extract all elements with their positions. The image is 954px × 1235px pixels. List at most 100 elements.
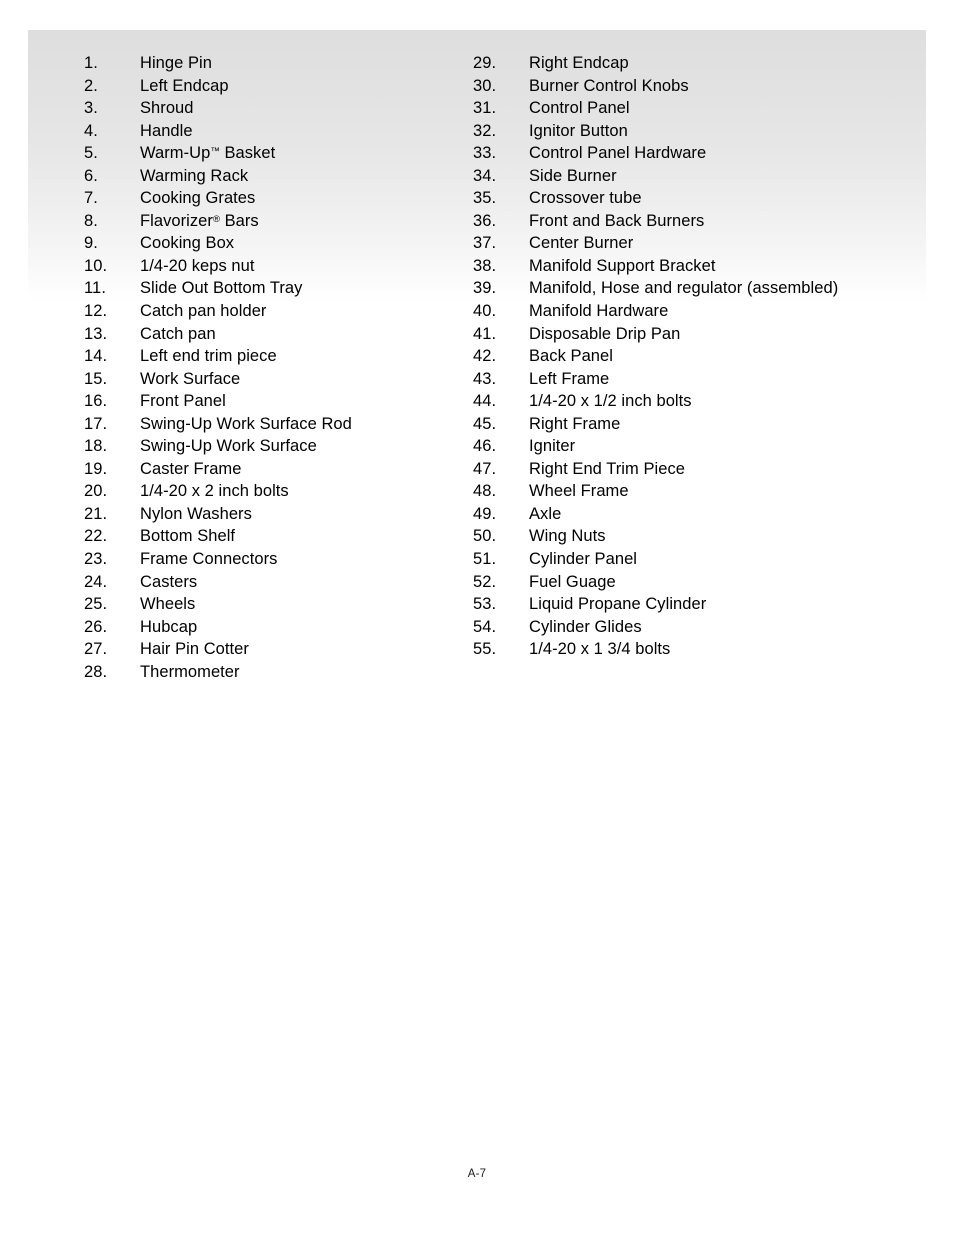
- part-label: Wing Nuts: [529, 527, 606, 546]
- part-number: 33.: [473, 144, 497, 163]
- parts-list-right-column: 29. Right Endcap 30. Burner Control Knobs 31…: [473, 52, 893, 661]
- part-label: Swing-Up Work Surface: [140, 437, 317, 456]
- part-number: 10.: [84, 256, 108, 275]
- part-label: Crossover tube: [529, 189, 642, 208]
- part-list-item: 47. Right End Trim Piece: [473, 458, 893, 481]
- part-number: 36.: [473, 211, 497, 230]
- part-label: Warm-Up™ Basket: [140, 142, 275, 165]
- part-label: Control Panel Hardware: [529, 144, 707, 163]
- part-number: 45.: [473, 414, 497, 433]
- part-list-item: 42. Back Panel: [473, 345, 893, 368]
- part-list-item: 5. Warm-Up™ Basket: [84, 142, 444, 165]
- part-list-item: 8. Flavorizer® Bars: [84, 210, 444, 233]
- part-list-item: 53. Liquid Propane Cylinder: [473, 593, 893, 616]
- part-list-item: 9. Cooking Box: [84, 232, 444, 255]
- part-number: 14.: [84, 347, 108, 366]
- part-list-item: 4. Handle: [84, 120, 444, 143]
- part-label: Manifold Hardware: [529, 302, 669, 321]
- part-label: Cooking Grates: [140, 189, 256, 208]
- part-list-item: 26. Hubcap: [84, 616, 444, 639]
- page-number: A-7: [467, 1168, 487, 1180]
- part-list-item: 44. 1/4-20 x 1/2 inch bolts: [473, 390, 893, 413]
- part-number: 13.: [84, 324, 108, 343]
- part-number: 34.: [473, 166, 497, 185]
- part-list-item: 52. Fuel Guage: [473, 571, 893, 594]
- part-list-item: 36. Front and Back Burners: [473, 210, 893, 233]
- part-number: 22.: [84, 527, 108, 546]
- part-label: Left end trim piece: [140, 347, 277, 366]
- part-number: 12.: [84, 302, 108, 321]
- part-number: 40.: [473, 302, 497, 321]
- part-number: 16.: [84, 392, 108, 411]
- part-number: 44.: [473, 392, 497, 411]
- part-label: Front Panel: [140, 392, 226, 411]
- part-label: Thermometer: [140, 662, 240, 681]
- part-number: 7.: [84, 189, 98, 208]
- part-label: Caster Frame: [140, 459, 242, 478]
- part-list-item: 34. Side Burner: [473, 165, 893, 188]
- part-label: Hubcap: [140, 617, 198, 636]
- part-number: 24.: [84, 572, 108, 591]
- part-label: 1/4-20 x 1/2 inch bolts: [529, 392, 692, 411]
- part-number: 52.: [473, 572, 497, 591]
- part-list-item: 39. Manifold, Hose and regulator (assembl…: [473, 277, 893, 300]
- part-label: Front and Back Burners: [529, 211, 705, 230]
- part-number: 27.: [84, 640, 108, 659]
- part-number: 43.: [473, 369, 497, 388]
- part-list-item: 16. Front Panel: [84, 390, 444, 413]
- part-list-item: 6. Warming Rack: [84, 165, 444, 188]
- part-number: 15.: [84, 369, 108, 388]
- part-label-suffix: Bars: [219, 211, 259, 230]
- part-label: Swing-Up Work Surface Rod: [140, 414, 352, 433]
- part-list-item: 54. Cylinder Glides: [473, 616, 893, 639]
- part-number: 30.: [473, 76, 497, 95]
- part-label: Cooking Box: [140, 234, 235, 253]
- part-label: Wheels: [140, 595, 196, 614]
- part-list-item: 25. Wheels: [84, 593, 444, 616]
- part-number: 48.: [473, 482, 497, 501]
- part-list-item: 28. Thermometer: [84, 661, 444, 684]
- part-label: Right Endcap: [529, 54, 629, 72]
- part-list-item: 41. Disposable Drip Pan: [473, 323, 893, 346]
- part-number: 38.: [473, 256, 497, 275]
- part-number: 4.: [84, 121, 98, 140]
- part-label-base: Warm-Up: [140, 144, 211, 163]
- part-list-item: 24. Casters: [84, 571, 444, 594]
- part-list-item: 30. Burner Control Knobs: [473, 75, 893, 98]
- part-number: 19.: [84, 459, 108, 478]
- part-number: 32.: [473, 121, 497, 140]
- part-list-item: 13. Catch pan: [84, 323, 444, 346]
- part-list-item: 10. 1/4-20 keps nut: [84, 255, 444, 278]
- part-label: Disposable Drip Pan: [529, 324, 681, 343]
- part-list-item: 23. Frame Connectors: [84, 548, 444, 571]
- page-footer: A-7: [0, 1164, 954, 1182]
- part-number: 46.: [473, 437, 497, 456]
- part-label: Handle: [140, 121, 193, 140]
- part-list-item: 32. Ignitor Button: [473, 120, 893, 143]
- part-number: 26.: [84, 617, 108, 636]
- part-label: Hinge Pin: [140, 54, 212, 72]
- part-number: 54.: [473, 617, 497, 636]
- part-label: Manifold Support Bracket: [529, 256, 716, 275]
- part-label: 1/4-20 x 2 inch bolts: [140, 482, 289, 501]
- part-label: Frame Connectors: [140, 550, 278, 569]
- part-list-item: 38. Manifold Support Bracket: [473, 255, 893, 278]
- part-number: 6.: [84, 166, 98, 185]
- part-number: 28.: [84, 662, 108, 681]
- part-list-item: 50. Wing Nuts: [473, 525, 893, 548]
- part-label: Left Frame: [529, 369, 610, 388]
- part-number: 41.: [473, 324, 497, 343]
- part-label: Casters: [140, 572, 198, 591]
- parts-list-columns: 1. Hinge Pin 2. Left Endcap 3. Shroud 4. Handle…: [0, 52, 954, 683]
- part-list-item: 37. Center Burner: [473, 232, 893, 255]
- part-label: Left Endcap: [140, 76, 229, 95]
- part-number: 31.: [473, 99, 497, 118]
- part-label: Warming Rack: [140, 166, 249, 185]
- part-label: Nylon Washers: [140, 504, 252, 523]
- part-label: Burner Control Knobs: [529, 76, 689, 95]
- part-list-item: 3. Shroud: [84, 97, 444, 120]
- parts-list-right: 29. Right Endcap 30. Burner Control Knobs 31…: [473, 52, 893, 661]
- part-label: Manifold, Hose and regulator (assembled): [529, 279, 839, 298]
- part-number: 21.: [84, 504, 108, 523]
- parts-list-left-column: 1. Hinge Pin 2. Left Endcap 3. Shroud 4. Handle…: [84, 52, 444, 683]
